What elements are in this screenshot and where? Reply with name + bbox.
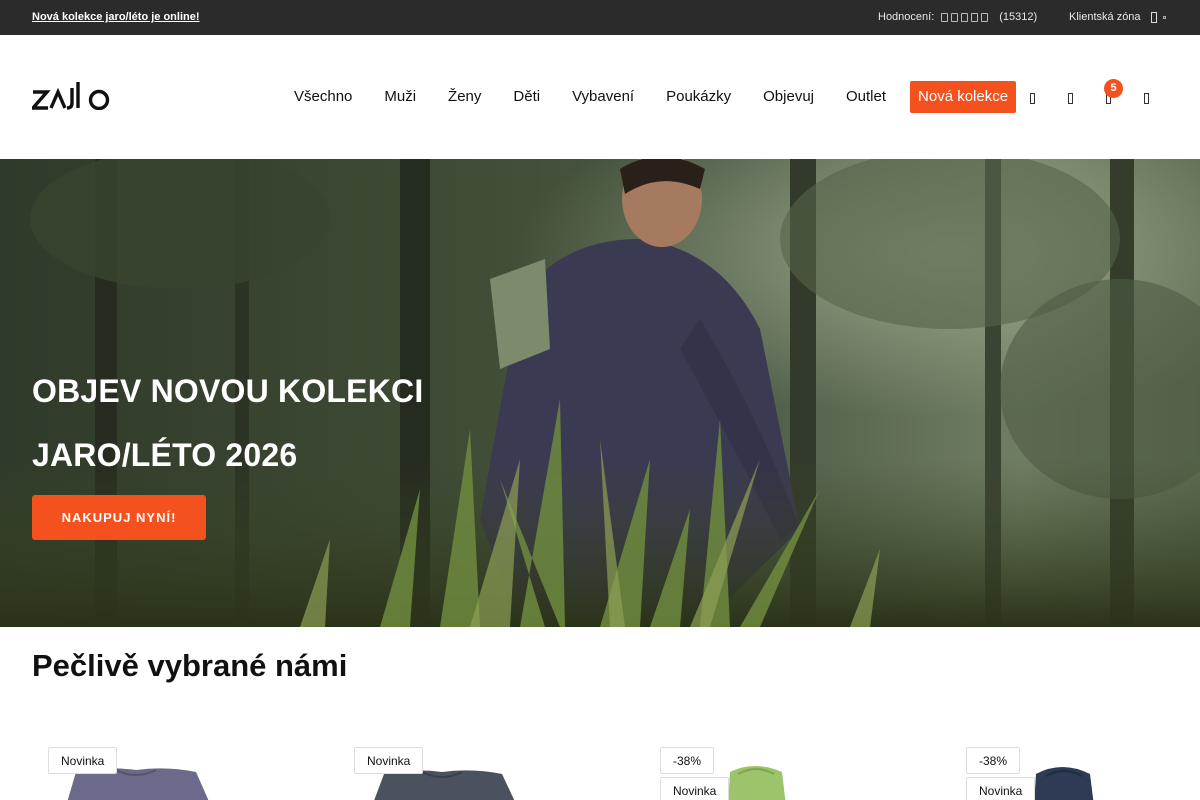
rating-label: Hodnocení: xyxy=(878,11,935,23)
nav-item-nova-kolekce[interactable]: Nová kolekce xyxy=(910,81,1017,113)
star-icon xyxy=(981,12,989,22)
star-icon xyxy=(971,12,979,22)
product-tag: Novinka xyxy=(354,747,424,774)
main-nav: Všechno Muži Ženy Děti Vybavení Poukázky… xyxy=(278,81,1017,113)
nav-item-deti[interactable]: Děti xyxy=(497,81,556,113)
product-tag: Novinka xyxy=(48,747,118,774)
nav-item-vsechno[interactable]: Všechno xyxy=(278,81,368,113)
search-icon[interactable] xyxy=(1027,91,1038,105)
shop-now-button[interactable]: NAKUPUJ NYNÍ! xyxy=(32,495,206,540)
star-icon xyxy=(941,12,949,22)
nav-item-zeny[interactable]: Ženy xyxy=(432,81,497,113)
product-card[interactable]: -38% Novinka xyxy=(644,730,934,800)
chevron-down-icon xyxy=(1162,15,1166,19)
rating-stars xyxy=(941,12,989,22)
product-card[interactable]: Novinka xyxy=(338,730,628,800)
product-card[interactable]: -38% Novinka xyxy=(950,730,1200,800)
cart-icon[interactable]: 5 xyxy=(1103,79,1123,105)
zajo-logo[interactable] xyxy=(32,78,112,110)
nav-item-objevuj[interactable]: Objevuj xyxy=(747,81,830,113)
product-carousel: Novinka Novinka -38% Novinka -38% Novink… xyxy=(0,730,1200,800)
rating-widget[interactable]: Hodnocení: (15312) xyxy=(878,11,1037,23)
user-icon xyxy=(1150,11,1157,23)
client-zone-label: Klientská zóna xyxy=(1069,11,1141,23)
header-icons: 5 xyxy=(1027,79,1152,105)
hero-banner: OBJEV NOVOU KOLEKCI JARO/LÉTO 2026 NAKUP… xyxy=(0,159,1200,627)
client-zone[interactable]: Klientská zóna xyxy=(1069,11,1166,23)
star-icon xyxy=(961,12,969,22)
menu-icon[interactable] xyxy=(1141,91,1152,105)
product-tag: Novinka xyxy=(966,777,1036,800)
nav-item-vybaveni[interactable]: Vybavení xyxy=(556,81,650,113)
nav-item-poukazky[interactable]: Poukázky xyxy=(650,81,747,113)
hero-title-line1: OBJEV NOVOU KOLEKCI xyxy=(32,373,424,409)
nav-item-muzi[interactable]: Muži xyxy=(368,81,432,113)
star-icon xyxy=(951,12,959,22)
top-bar: Nová kolekce jaro/léto je online! Hodnoc… xyxy=(0,0,1200,35)
product-discount-tag: -38% xyxy=(966,747,1021,774)
product-discount-tag: -38% xyxy=(660,747,715,774)
product-tag: Novinka xyxy=(660,777,730,800)
site-header: Všechno Muži Ženy Děti Vybavení Poukázky… xyxy=(0,35,1200,159)
promo-link[interactable]: Nová kolekce jaro/léto je online! xyxy=(32,11,200,23)
user-icon[interactable] xyxy=(1065,91,1076,105)
nav-item-outlet[interactable]: Outlet xyxy=(830,81,902,113)
section-title: Pečlivě vybrané námi xyxy=(32,648,348,683)
cart-count-badge: 5 xyxy=(1104,79,1123,98)
hero-title-line2: JARO/LÉTO 2026 xyxy=(32,437,298,473)
rating-count: (15312) xyxy=(999,11,1038,23)
product-card[interactable]: Novinka xyxy=(32,730,322,800)
